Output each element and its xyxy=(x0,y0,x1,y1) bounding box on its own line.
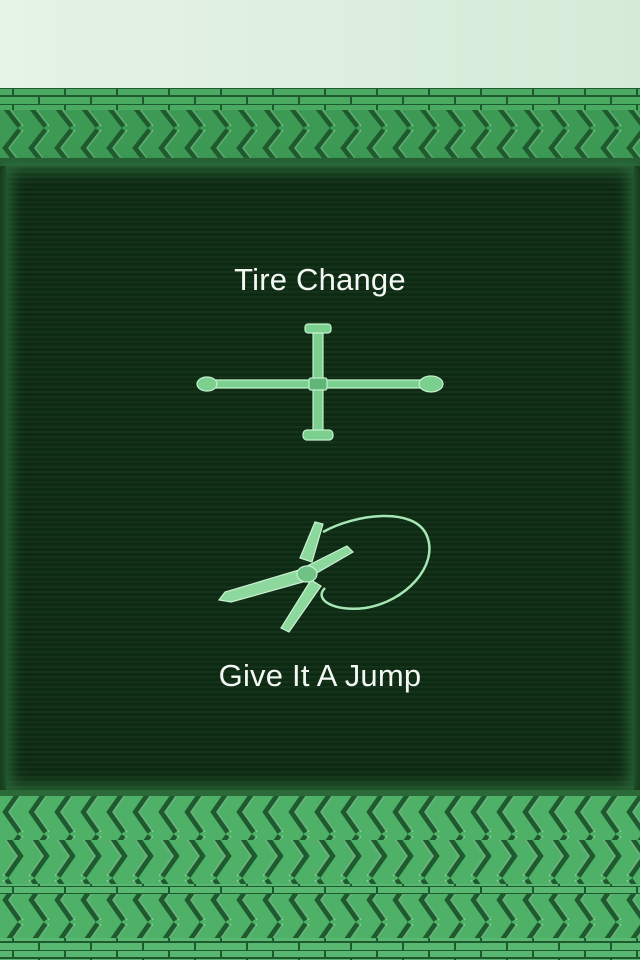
tire-change-label: Tire Change xyxy=(234,262,406,297)
give-it-a-jump-button[interactable]: Give It A Jump xyxy=(0,510,640,698)
screen: Tire Change Give It A Jump xyxy=(0,0,640,960)
lug-wrench-icon xyxy=(195,320,445,450)
jumper-cable-icon xyxy=(195,510,445,640)
tire-tread-top xyxy=(0,88,640,166)
give-it-a-jump-label: Give It A Jump xyxy=(218,658,422,693)
tire-change-button[interactable]: Tire Change xyxy=(0,258,640,450)
status-bar-area xyxy=(0,0,640,88)
tire-tread-bottom xyxy=(0,790,640,960)
